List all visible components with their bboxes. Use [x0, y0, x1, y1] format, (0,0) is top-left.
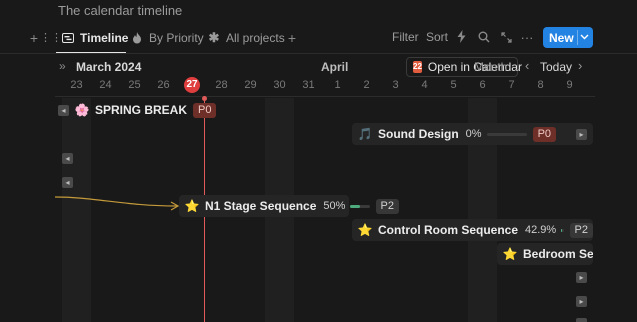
day-header: 23 24 25 26 27 28 29 30 31 1 2 3 4 5 6 7 8 9 [62, 77, 602, 95]
chevron-down-icon[interactable] [580, 30, 589, 45]
day-number: 25 [128, 79, 141, 91]
calendar-header: » March 2024 April 22 Open in Calendar M… [55, 55, 595, 77]
timeline-item-bedroom-sequence[interactable]: ⭐ Bedroom Sequence [497, 243, 593, 265]
timeline-item-control-room-sequence[interactable]: ⭐ Control Room Sequence 42.9% P2 [352, 219, 593, 241]
progress-fill [561, 228, 563, 232]
tab-timeline[interactable]: Timeline [61, 29, 128, 47]
filter-button[interactable]: Filter [392, 30, 419, 44]
day-number: 7 [508, 79, 515, 91]
priority-tag: P0 [532, 126, 557, 142]
day-number: 2 [363, 79, 370, 91]
scroll-right-icon[interactable]: ▸ [576, 272, 587, 283]
day-number: 6 [479, 79, 486, 91]
tab-all-projects[interactable]: ✱ All projects [207, 29, 285, 47]
star-icon: ⭐ [184, 199, 200, 213]
next-arrow-icon[interactable]: › [578, 58, 582, 73]
fire-icon [130, 31, 144, 45]
scale-select-label: Month [474, 60, 508, 74]
more-options-icon[interactable]: ··· [519, 30, 535, 46]
page-title: The calendar timeline [58, 3, 183, 18]
month-label-left: March 2024 [76, 60, 142, 74]
calendar-icon: 22 [413, 61, 422, 73]
day-number: 9 [566, 79, 573, 91]
dependency-arrow [55, 196, 180, 211]
priority-tag: P0 [193, 102, 217, 118]
scroll-left-icon[interactable]: ◂ [58, 104, 69, 116]
day-number: 3 [392, 79, 399, 91]
collapse-double-chevron-icon[interactable]: » [59, 59, 66, 73]
scroll-right-icon[interactable]: ▸ [576, 318, 587, 322]
new-button[interactable]: New [543, 27, 593, 48]
star-icon: ⭐ [502, 247, 518, 261]
day-number: 28 [215, 79, 228, 91]
drag-handle-icon[interactable]: ⋮⋮ [40, 30, 62, 46]
cherry-blossom-icon: 🌸 [74, 103, 90, 117]
search-icon[interactable] [476, 30, 492, 46]
timeline-item-sound-design[interactable]: 🎵 Sound Design 0% P0 ▸ [352, 123, 593, 145]
tab-timeline-label: Timeline [80, 31, 129, 45]
day-number: 29 [244, 79, 257, 91]
day-number: 4 [421, 79, 428, 91]
lightning-icon[interactable] [453, 30, 469, 46]
day-number: 1 [334, 79, 341, 91]
music-note-icon: 🎵 [357, 127, 373, 141]
day-number: 8 [537, 79, 544, 91]
day-number: 24 [99, 79, 112, 91]
today-date-badge: 27 [184, 77, 200, 93]
day-number: 23 [70, 79, 83, 91]
new-button-divider [577, 30, 578, 45]
tab-by-priority[interactable]: By Priority [130, 29, 204, 47]
progress-fill [350, 204, 360, 208]
sort-button[interactable]: Sort [426, 30, 448, 44]
day-number: 30 [273, 79, 286, 91]
tab-by-priority-label: By Priority [149, 31, 204, 45]
month-label-right: April [321, 60, 349, 74]
tab-all-projects-label: All projects [226, 31, 285, 45]
day-number: 5 [450, 79, 457, 91]
progress-percent: 50% [323, 200, 346, 212]
item-name: Bedroom Sequence [523, 247, 593, 261]
views-bar: + ⋮⋮ Timeline By Priority ✱ All projects… [0, 22, 637, 54]
scroll-right-icon[interactable]: ▸ [576, 296, 587, 307]
timeline-item-n1-stage-sequence[interactable]: ⭐ N1 Stage Sequence 50% P2 [179, 195, 399, 217]
timeline-icon [61, 31, 75, 45]
scroll-right-icon[interactable]: ▸ [576, 129, 587, 140]
scroll-left-icon[interactable]: ◂ [62, 153, 73, 164]
progress-percent: 0% [465, 128, 482, 140]
star-icon: ⭐ [357, 223, 373, 237]
progress-bar [350, 204, 370, 208]
item-name: Sound Design [378, 127, 459, 141]
item-name: N1 Stage Sequence [205, 199, 317, 213]
new-button-label: New [549, 30, 574, 45]
prev-arrow-icon[interactable]: ‹ [525, 58, 529, 73]
progress-bar [486, 132, 527, 136]
header-divider [55, 96, 595, 97]
scroll-left-icon[interactable]: ◂ [62, 177, 73, 188]
progress-percent: 42.9% [525, 224, 557, 236]
priority-tag: P2 [375, 198, 399, 214]
item-name: SPRING BREAK [95, 103, 188, 117]
asterisk-icon: ✱ [208, 30, 220, 45]
expand-icon[interactable] [498, 30, 514, 46]
timeline-item-spring-break[interactable]: ◂ 🌸 SPRING BREAK P0 [58, 99, 217, 121]
progress-bar [561, 228, 564, 232]
views-divider [0, 53, 637, 54]
chevron-down-icon: ⌄ [513, 63, 522, 73]
day-number: 31 [302, 79, 315, 91]
day-number: 26 [157, 79, 170, 91]
add-tab-icon[interactable]: + [284, 30, 300, 46]
priority-tag: P2 [569, 222, 593, 238]
today-button[interactable]: Today [540, 60, 572, 74]
item-name: Control Room Sequence [378, 223, 519, 237]
scale-select[interactable]: Month ⌄ [474, 60, 521, 74]
